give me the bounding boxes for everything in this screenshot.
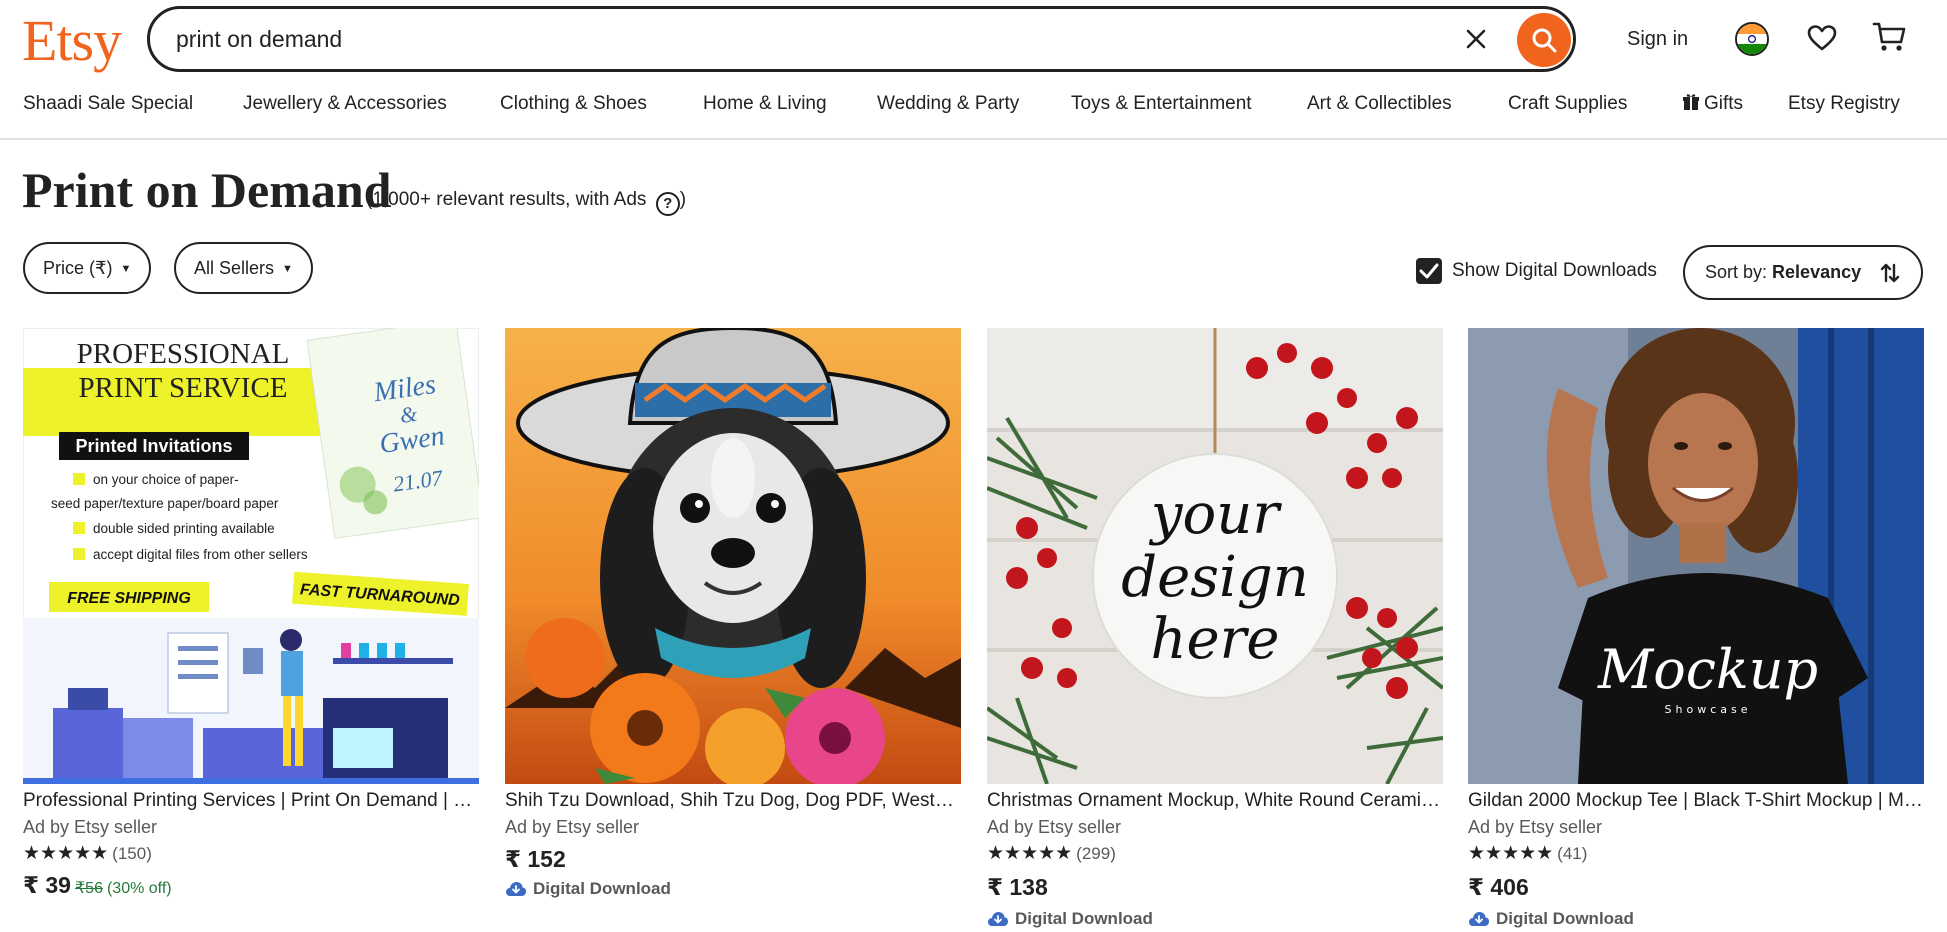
cloud-download-icon xyxy=(1469,912,1489,926)
search-bar[interactable]: print on demand xyxy=(147,6,1576,72)
sort-prefix: Sort by: xyxy=(1705,262,1768,282)
listing-rating: ★★★★★ (41) xyxy=(1468,840,1587,868)
review-count: (150) xyxy=(112,844,152,863)
thumb-heading-2: PRINT SERVICE xyxy=(78,372,287,404)
etsy-logo[interactable]: Etsy xyxy=(22,6,122,76)
tee-script: Mockup xyxy=(1597,638,1818,701)
listing-seller: Ad by Etsy seller xyxy=(23,817,158,837)
price-filter-button[interactable]: Price (₹) ▼ xyxy=(23,242,152,294)
nav-gifts[interactable]: Gifts xyxy=(1683,88,1743,120)
listing-seller: Ad by Etsy seller xyxy=(505,817,640,837)
gift-icon xyxy=(1683,94,1699,110)
page-title: Print on Demand xyxy=(22,162,392,218)
print-service-illustration: PROFESSIONAL PRINT SERVICE Miles & Gwen … xyxy=(23,328,479,784)
listing-image[interactable]: Mockup Showcase xyxy=(1468,328,1924,784)
checkmark-icon xyxy=(1419,263,1439,279)
star-icons: ★★★★★ xyxy=(987,843,1073,864)
review-count: (41) xyxy=(1557,844,1588,863)
price-filter-label: Price (₹) xyxy=(43,258,113,278)
search-icon xyxy=(1532,28,1557,53)
nav-clothing[interactable]: Clothing & Shoes xyxy=(500,88,647,120)
listing-price: ₹ 39 ₹56 (30% off) xyxy=(23,868,172,906)
listing-price: ₹ 152 xyxy=(505,846,566,872)
thumb-heading-1: PROFESSIONAL xyxy=(77,338,290,370)
digital-download-badge: Digital Download xyxy=(505,876,671,902)
listing-rating: ★★★★★ (150) xyxy=(23,840,152,868)
sign-in-link[interactable]: Sign in xyxy=(1627,22,1688,56)
thumb-box-title: Printed Invitations xyxy=(75,436,232,456)
nav-gifts-label: Gifts xyxy=(1704,93,1744,114)
cloud-download-icon xyxy=(506,882,526,896)
listing-price: ₹ 406 xyxy=(1468,874,1529,900)
thumb-bullet-3: accept digital files from other sellers xyxy=(93,547,308,562)
search-input[interactable]: print on demand xyxy=(176,9,342,69)
close-icon[interactable] xyxy=(1463,26,1489,52)
discount: (30% off) xyxy=(106,880,172,897)
flag-graphic xyxy=(1737,24,1767,54)
digital-download-badge: Digital Download xyxy=(987,906,1153,932)
heart-icon[interactable] xyxy=(1806,22,1838,54)
listing-title[interactable]: Professional Printing Services | Print O… xyxy=(23,786,479,816)
nav-craft-supplies[interactable]: Craft Supplies xyxy=(1508,88,1627,120)
thumb-bullet-1b: seed paper/texture paper/board paper xyxy=(51,496,279,511)
listing-rating: ★★★★★ (299) xyxy=(987,840,1116,868)
listing-image[interactable]: PROFESSIONAL PRINT SERVICE Miles & Gwen … xyxy=(23,328,479,784)
sort-value: Relevancy xyxy=(1772,262,1862,282)
sort-arrows-icon xyxy=(1880,263,1900,283)
digital-download-label: Digital Download xyxy=(533,879,671,898)
caret-down-icon: ▼ xyxy=(282,263,293,275)
results-count: (1,000+ relevant results, with Ads ?) xyxy=(366,184,686,216)
star-icons: ★★★★★ xyxy=(1468,843,1554,864)
ornament-line-3: here xyxy=(1150,607,1279,672)
listing-image[interactable]: your design here xyxy=(987,328,1443,784)
sale-price: ₹ 39 xyxy=(23,872,71,898)
listing-title[interactable]: Gildan 2000 Mockup Tee | Black T-Shirt M… xyxy=(1468,786,1924,816)
listing-seller: Ad by Etsy seller xyxy=(1468,817,1603,837)
thumb-tag-1: FREE SHIPPING xyxy=(67,590,191,607)
digital-download-badge: Digital Download xyxy=(1468,906,1634,932)
tshirt-model-illustration: Mockup Showcase xyxy=(1468,328,1924,784)
listing-image[interactable] xyxy=(505,328,961,784)
shih-tzu-illustration xyxy=(505,328,961,784)
digital-download-label: Digital Download xyxy=(1015,909,1153,928)
nav-wedding-party[interactable]: Wedding & Party xyxy=(877,88,1019,120)
search-button[interactable] xyxy=(1517,13,1571,67)
results-close: ) xyxy=(679,189,687,210)
nav-toys[interactable]: Toys & Entertainment xyxy=(1071,88,1252,120)
thumb-bullet-2: double sided printing available xyxy=(93,521,275,536)
ornament-line-2: design xyxy=(1121,545,1309,610)
sort-button[interactable]: Sort by: Relevancy xyxy=(1683,245,1923,300)
thumb-bullet-1: on your choice of paper- xyxy=(93,472,239,487)
review-count: (299) xyxy=(1076,844,1116,863)
india-flag-icon[interactable] xyxy=(1735,22,1769,56)
nav-art-collectibles[interactable]: Art & Collectibles xyxy=(1307,88,1452,120)
show-digital-label[interactable]: Show Digital Downloads xyxy=(1452,256,1657,286)
sellers-filter-button[interactable]: All Sellers ▼ xyxy=(174,242,313,294)
cart-icon[interactable] xyxy=(1872,20,1908,54)
cloud-download-icon xyxy=(988,912,1008,926)
tee-sub: Showcase xyxy=(1665,703,1752,716)
results-text: (1,000+ relevant results, with Ads xyxy=(366,189,647,210)
ornament-illustration: your design here xyxy=(987,328,1443,784)
nav-jewellery[interactable]: Jewellery & Accessories xyxy=(243,88,447,120)
ornament-line-1: your xyxy=(1148,482,1282,547)
nav-shaadi-sale[interactable]: Shaadi Sale Special xyxy=(23,88,193,120)
nav-home-living[interactable]: Home & Living xyxy=(703,88,827,120)
nav-etsy-registry[interactable]: Etsy Registry xyxy=(1788,88,1900,120)
star-icons: ★★★★★ xyxy=(23,843,109,864)
listing-price: ₹ 138 xyxy=(987,874,1048,900)
listing-title[interactable]: Shih Tzu Download, Shih Tzu Dog, Dog PDF… xyxy=(505,786,961,816)
listing-title[interactable]: Christmas Ornament Mockup, White Round C… xyxy=(987,786,1443,816)
listing-seller: Ad by Etsy seller xyxy=(987,817,1122,837)
sellers-filter-label: All Sellers xyxy=(194,258,275,278)
original-price: ₹56 xyxy=(74,880,103,897)
help-icon[interactable]: ? xyxy=(655,192,680,216)
caret-down-icon: ▼ xyxy=(120,263,132,275)
show-digital-checkbox[interactable] xyxy=(1416,258,1442,284)
digital-download-label: Digital Download xyxy=(1496,909,1634,928)
category-nav: Shaadi Sale Special Jewellery & Accessor… xyxy=(0,88,1947,140)
